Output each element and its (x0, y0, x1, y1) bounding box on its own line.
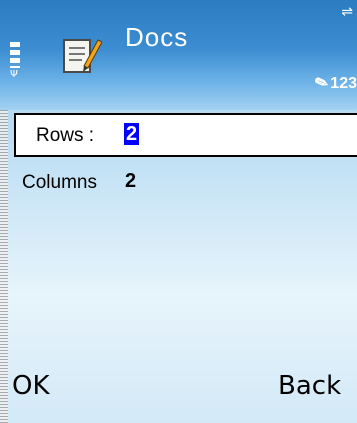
status-bar: Ψ Docs ⇌ ✎123 (0, 0, 357, 110)
pen-icon: ✎ (312, 73, 331, 94)
connection-indicator-icon: ⇌ (341, 4, 353, 20)
rows-label: Rows : (36, 125, 95, 146)
input-mode-indicator: ✎123 (312, 73, 357, 94)
input-mode-text: 123 (330, 75, 357, 92)
rows-value-input[interactable]: 2 (124, 123, 140, 145)
app-title: Docs (125, 22, 189, 52)
signal-bars (10, 42, 20, 68)
rows-field[interactable]: Rows : 2 (14, 113, 357, 157)
ok-softkey[interactable]: OK (12, 371, 50, 401)
docs-app-icon (63, 39, 102, 73)
antenna-icon: Ψ (10, 69, 18, 80)
back-softkey[interactable]: Back (278, 371, 341, 401)
columns-label: Columns (22, 172, 97, 193)
columns-value-field[interactable]: 2 (125, 170, 136, 193)
signal-strength-icon: Ψ (10, 42, 20, 82)
